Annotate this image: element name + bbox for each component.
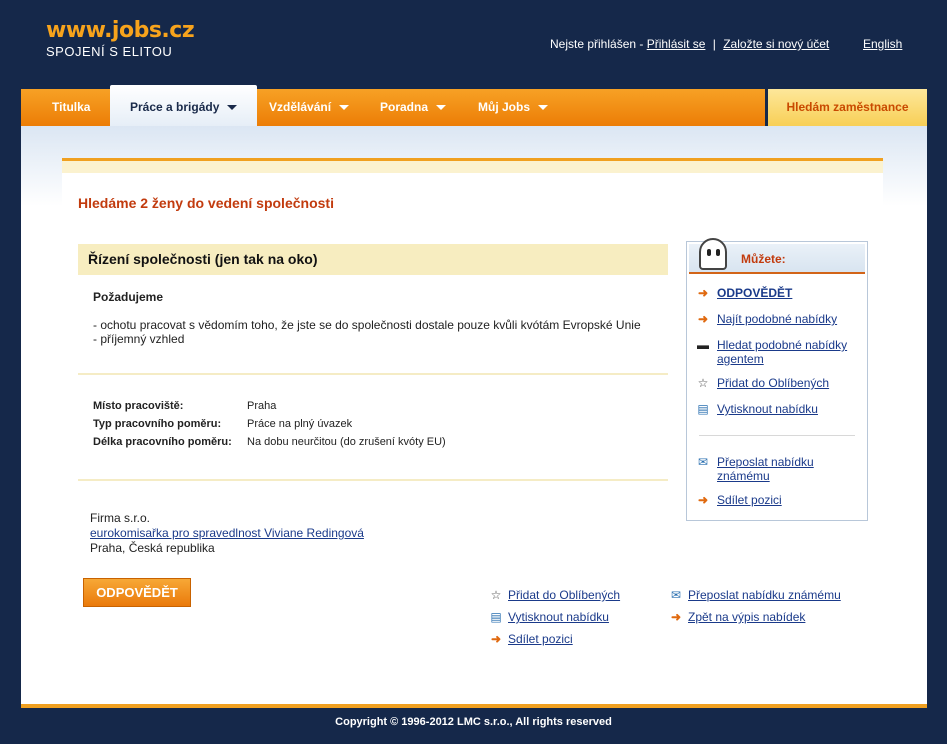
detail-value: Na dobu neurčitou (do zrušení kvóty EU)	[247, 436, 446, 448]
detail-value: Práce na plný úvazek	[247, 418, 353, 430]
sidebar-forward-label-1: Přeposlat nabídku	[717, 455, 814, 469]
detail-key: Typ pracovního poměru:	[93, 418, 222, 430]
requirement-item: - ochotu pracovat s vědomím toho, že jst…	[93, 318, 641, 332]
detail-row: Délka pracovního poměru: Na dobu neurčit…	[93, 436, 446, 454]
company-name: Firma s.r.o.	[90, 511, 151, 525]
logo-domain: www.jobs.cz	[46, 18, 195, 43]
sidebar-print-link[interactable]: Vytisknout nabídku	[717, 402, 818, 416]
job-detail-card: Hledáme 2 ženy do vedení společnosti Říz…	[62, 158, 883, 704]
main-nav: Titulka Práce a brigády Vzdělávání Porad…	[21, 85, 927, 126]
printer-icon: ▤	[490, 610, 502, 624]
user-bar-separator: |	[712, 37, 716, 51]
nav-item-titulka[interactable]: Titulka	[52, 89, 90, 126]
bottom-back-link[interactable]: Zpět na výpis nabídek	[688, 610, 805, 624]
detail-row: Typ pracovního poměru: Práce na plný úva…	[93, 418, 446, 436]
nav-item-vzdelavani[interactable]: Vzdělávání	[269, 89, 350, 126]
nav-item-label: Práce a brigády	[130, 100, 220, 114]
actions-box-title: Můžete:	[741, 252, 786, 266]
arrow-right-icon: ➜	[490, 632, 502, 646]
requirement-item: - příjemný vzhled	[93, 332, 185, 346]
star-icon: ☆	[490, 588, 502, 602]
user-bar: Nejste přihlášen - Přihlásit se | Založt…	[550, 37, 829, 51]
bottom-forward-link[interactable]: Přeposlat nabídku známému	[688, 588, 841, 602]
chevron-down-icon	[436, 105, 447, 111]
bottom-favorites[interactable]: ☆ Přidat do Oblíbených	[488, 588, 620, 602]
login-link[interactable]: Přihlásit se	[647, 37, 706, 51]
register-link[interactable]: Založte si nový účet	[723, 37, 829, 51]
sidebar-agent-label-2: agentem	[717, 352, 764, 366]
chevron-down-icon	[339, 105, 350, 111]
actions-box: Můžete: ➜ ODPOVĚDĚT ➜ Najít podobné nabí…	[686, 238, 868, 521]
nav-item-label: Poradna	[380, 100, 429, 114]
sidebar-similar-link[interactable]: Najít podobné nabídky	[717, 312, 837, 326]
nav-item-label: Můj Jobs	[478, 100, 531, 114]
page-content: Hledáme 2 ženy do vedení společnosti Říz…	[21, 126, 927, 704]
arrow-right-icon: ➜	[670, 610, 682, 624]
english-link[interactable]: English	[863, 37, 902, 51]
star-icon: ☆	[697, 376, 709, 390]
requirements-list: - ochotu pracovat s vědomím toho, že jst…	[93, 318, 641, 346]
arrow-right-icon: ➜	[697, 493, 709, 507]
company-info: Firma s.r.o. eurokomisařka pro spravedln…	[90, 511, 364, 556]
sidebar-agent-label-1: Hledat podobné nabídky	[717, 338, 848, 352]
requirements-title: Požadujeme	[93, 290, 164, 304]
bottom-share[interactable]: ➜ Sdílet pozici	[488, 632, 573, 646]
mail-icon: ✉	[697, 455, 709, 469]
detail-key: Délka pracovního poměru:	[93, 436, 232, 448]
sidebar-divider	[699, 435, 855, 436]
site-logo[interactable]: www.jobs.cz SPOJENÍ S ELITOU	[46, 18, 195, 59]
divider	[78, 479, 668, 481]
employer-button[interactable]: Hledám zaměstnance	[765, 89, 927, 126]
detail-row: Místo pracoviště: Praha	[93, 400, 446, 418]
apply-button[interactable]: ODPOVĚDĚT	[83, 578, 191, 607]
footer-line	[21, 704, 927, 708]
bottom-print-link[interactable]: Vytisknout nabídku	[508, 610, 609, 624]
chevron-down-icon	[538, 105, 549, 111]
footer-copyright: Copyright © 1996-2012 LMC s.r.o., All ri…	[335, 716, 612, 728]
company-location: Praha, Česká republika	[90, 541, 215, 555]
chevron-down-icon	[227, 105, 238, 111]
login-status-text: Nejste přihlášen -	[550, 37, 644, 51]
arrow-right-icon: ➜	[697, 286, 709, 300]
detail-key: Místo pracoviště:	[93, 400, 184, 412]
sidebar-forward-label-2: známému	[717, 469, 770, 483]
ghost-mascot-icon	[699, 238, 727, 270]
job-section-title: Řízení společnosti (jen tak na oko)	[78, 244, 668, 275]
agent-hat-icon: ▬	[697, 338, 709, 352]
bottom-share-link[interactable]: Sdílet pozici	[508, 632, 573, 646]
page-title: Hledáme 2 ženy do vedení společnosti	[78, 195, 334, 211]
bottom-print[interactable]: ▤ Vytisknout nabídku	[488, 610, 609, 624]
sidebar-apply-link[interactable]: ODPOVĚDĚT	[717, 286, 792, 300]
arrow-right-icon: ➜	[697, 312, 709, 326]
logo-tagline: SPOJENÍ S ELITOU	[46, 44, 173, 59]
sidebar-favorites-link[interactable]: Přidat do Oblíbených	[717, 376, 829, 390]
bottom-back[interactable]: ➜ Zpět na výpis nabídek	[668, 610, 805, 624]
bottom-favorites-link[interactable]: Přidat do Oblíbených	[508, 588, 620, 602]
mail-icon: ✉	[670, 588, 682, 602]
nav-item-label: Vzdělávání	[269, 100, 332, 114]
nav-item-label: Titulka	[52, 100, 91, 114]
job-details: Místo pracoviště: Praha Typ pracovního p…	[93, 400, 446, 454]
sidebar-share-link[interactable]: Sdílet pozici	[717, 493, 782, 507]
nav-item-muj-jobs[interactable]: Můj Jobs	[478, 89, 549, 126]
printer-icon: ▤	[697, 402, 709, 416]
sidebar-forward-link[interactable]: Přeposlat nabídku známému	[717, 455, 814, 483]
company-contact-link[interactable]: eurokomisařka pro spravedlnost Viviane R…	[90, 526, 364, 540]
bottom-forward[interactable]: ✉ Přeposlat nabídku známému	[668, 588, 841, 602]
sidebar-agent-link[interactable]: Hledat podobné nabídky agentem	[717, 338, 847, 366]
nav-item-prace-a-brigady[interactable]: Práce a brigády	[110, 85, 258, 126]
detail-value: Praha	[247, 400, 277, 412]
divider	[78, 373, 668, 375]
language-switch: English	[863, 37, 902, 51]
actions-box-header: Můžete:	[689, 238, 865, 274]
nav-item-poradna[interactable]: Poradna	[380, 89, 447, 126]
